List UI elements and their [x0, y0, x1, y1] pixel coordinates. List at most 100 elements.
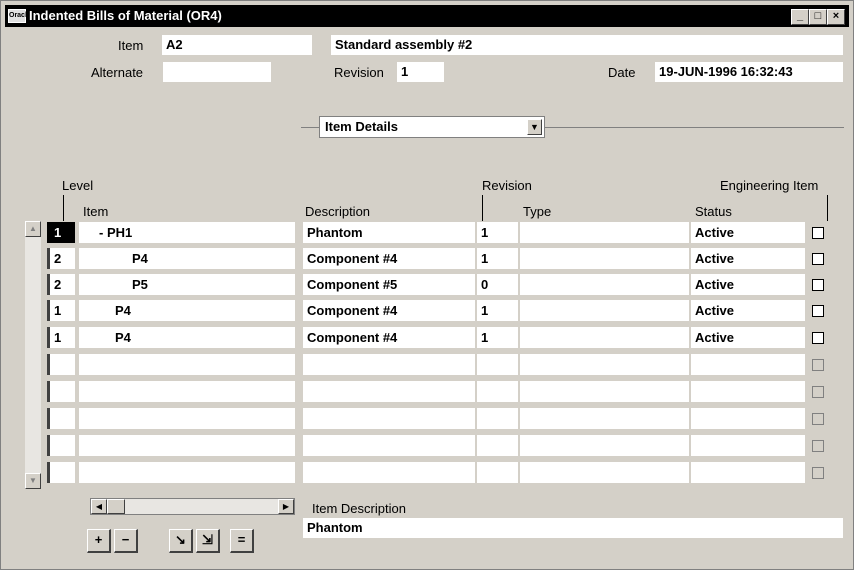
row-status[interactable]: Active: [691, 327, 805, 348]
scroll-thumb[interactable]: [107, 499, 125, 514]
row-level[interactable]: [47, 435, 75, 456]
row-revision[interactable]: [477, 408, 518, 429]
row-item[interactable]: P4: [79, 300, 295, 321]
row-item[interactable]: P4: [79, 248, 295, 269]
engineering-item-checkbox[interactable]: [812, 413, 824, 425]
row-item[interactable]: P4: [79, 327, 295, 348]
column-description: Description: [305, 204, 371, 219]
close-button[interactable]: ×: [827, 9, 845, 25]
row-level[interactable]: 1: [47, 327, 75, 348]
row-item[interactable]: [79, 462, 295, 483]
row-revision[interactable]: [477, 435, 518, 456]
item-description-value[interactable]: Phantom: [303, 518, 843, 538]
row-revision[interactable]: 1: [477, 248, 518, 269]
engineering-item-checkbox[interactable]: [812, 279, 824, 291]
row-status[interactable]: [691, 462, 805, 483]
item-field[interactable]: A2: [162, 35, 312, 55]
row-level[interactable]: [47, 354, 75, 375]
row-status[interactable]: [691, 408, 805, 429]
row-item[interactable]: [79, 408, 295, 429]
item-description-label: Item Description: [312, 501, 406, 516]
row-type[interactable]: [520, 354, 689, 375]
row-description[interactable]: Phantom: [303, 222, 475, 243]
row-description[interactable]: [303, 435, 475, 456]
row-type[interactable]: [520, 274, 689, 295]
row-type[interactable]: [520, 408, 689, 429]
row-type[interactable]: [520, 327, 689, 348]
row-revision[interactable]: 0: [477, 274, 518, 295]
row-level[interactable]: 1: [47, 222, 75, 243]
region-select[interactable]: Item Details ▼: [319, 116, 545, 138]
engineering-item-checkbox[interactable]: [812, 359, 824, 371]
scroll-left-icon[interactable]: ◀: [91, 499, 107, 514]
row-type[interactable]: [520, 300, 689, 321]
row-revision[interactable]: 1: [477, 300, 518, 321]
row-status[interactable]: [691, 381, 805, 402]
row-description[interactable]: Component #4: [303, 248, 475, 269]
maximize-button[interactable]: □: [809, 9, 827, 25]
row-revision[interactable]: [477, 354, 518, 375]
row-status[interactable]: Active: [691, 222, 805, 243]
alternate-field[interactable]: [163, 62, 271, 82]
collapse-button[interactable]: −: [114, 529, 138, 553]
row-item[interactable]: P5: [79, 274, 295, 295]
row-item[interactable]: [79, 435, 295, 456]
row-level[interactable]: 2: [47, 248, 75, 269]
chevron-down-icon[interactable]: ▼: [527, 119, 542, 135]
minimize-button[interactable]: _: [791, 9, 809, 25]
revision-field[interactable]: 1: [397, 62, 444, 82]
row-type[interactable]: [520, 248, 689, 269]
row-item[interactable]: [79, 354, 295, 375]
scroll-up-icon[interactable]: ▲: [25, 221, 41, 237]
scroll-down-icon[interactable]: ▼: [25, 473, 41, 489]
row-description[interactable]: Component #4: [303, 327, 475, 348]
collapse-all-button[interactable]: =: [230, 529, 254, 553]
engineering-item-checkbox[interactable]: [812, 467, 824, 479]
scroll-right-icon[interactable]: ▶: [278, 499, 294, 514]
row-type[interactable]: [520, 435, 689, 456]
row-description[interactable]: [303, 408, 475, 429]
engineering-item-checkbox[interactable]: [812, 227, 824, 239]
row-description[interactable]: Component #5: [303, 274, 475, 295]
row-description[interactable]: [303, 354, 475, 375]
row-level[interactable]: [47, 381, 75, 402]
row-type[interactable]: [520, 381, 689, 402]
row-status[interactable]: [691, 435, 805, 456]
engineering-item-checkbox[interactable]: [812, 253, 824, 265]
expand-button[interactable]: +: [87, 529, 111, 553]
row-status[interactable]: [691, 354, 805, 375]
item-description-field[interactable]: Standard assembly #2: [331, 35, 843, 55]
row-status[interactable]: Active: [691, 248, 805, 269]
vertical-scrollbar[interactable]: ▲ ▼: [25, 221, 41, 489]
row-type[interactable]: [520, 462, 689, 483]
row-level[interactable]: 1: [47, 300, 75, 321]
engineering-item-checkbox[interactable]: [812, 332, 824, 344]
row-revision[interactable]: 1: [477, 327, 518, 348]
engineering-item-checkbox[interactable]: [812, 440, 824, 452]
column-type: Type: [523, 204, 552, 219]
row-revision[interactable]: [477, 462, 518, 483]
row-status[interactable]: Active: [691, 274, 805, 295]
row-description[interactable]: [303, 381, 475, 402]
alternate-label: Alternate: [91, 65, 144, 80]
row-level[interactable]: [47, 462, 75, 483]
column-revision: Revision: [482, 178, 532, 193]
row-level[interactable]: 2: [47, 274, 75, 295]
level-bracket: [63, 195, 64, 221]
row-description[interactable]: [303, 462, 475, 483]
horizontal-scrollbar[interactable]: ◀ ▶: [90, 498, 295, 515]
row-item[interactable]: - PH1: [79, 222, 295, 243]
expand-one-level-button[interactable]: ↘: [169, 529, 193, 553]
title-bar[interactable]: Oracle Indented Bills of Material (OR4) …: [5, 5, 849, 27]
row-revision[interactable]: 1: [477, 222, 518, 243]
date-field[interactable]: 19-JUN-1996 16:32:43: [655, 62, 843, 82]
row-description[interactable]: Component #4: [303, 300, 475, 321]
row-type[interactable]: [520, 222, 689, 243]
row-level[interactable]: [47, 408, 75, 429]
row-status[interactable]: Active: [691, 300, 805, 321]
row-revision[interactable]: [477, 381, 518, 402]
engineering-item-checkbox[interactable]: [812, 305, 824, 317]
engineering-item-checkbox[interactable]: [812, 386, 824, 398]
expand-all-button[interactable]: ⇲: [196, 529, 220, 553]
row-item[interactable]: [79, 381, 295, 402]
